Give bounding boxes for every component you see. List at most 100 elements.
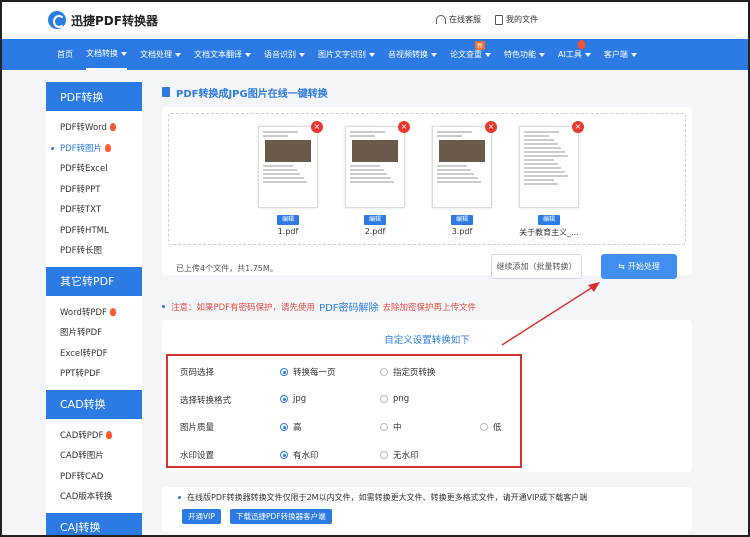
- nav-item-label: 文档转换: [86, 49, 118, 58]
- online-support-link[interactable]: 在线客服: [436, 14, 481, 25]
- sidebar-item[interactable]: PDF转长图: [60, 240, 142, 261]
- fire-icon: [109, 123, 116, 132]
- radio-icon: [380, 368, 388, 376]
- radio-option[interactable]: jpg: [280, 394, 306, 404]
- continue-add-button[interactable]: 继续添加（批量转换）: [491, 254, 582, 279]
- bullet-icon: [162, 305, 165, 308]
- sidebar-item-label: PDF转图片: [60, 143, 103, 154]
- radio-option[interactable]: 高: [280, 421, 302, 433]
- radio-option[interactable]: 转换每一页: [280, 366, 336, 378]
- radio-option-label: 有水印: [293, 451, 319, 461]
- sidebar-item[interactable]: PDF转图片: [51, 138, 142, 159]
- nav-item[interactable]: 图片文字识别: [318, 39, 375, 70]
- option-label: 页码选择: [180, 368, 215, 378]
- edit-file-button[interactable]: 编辑: [451, 215, 473, 225]
- nav-item[interactable]: 语音识别: [264, 39, 305, 70]
- open-vip-button[interactable]: 开通VIP: [182, 509, 221, 524]
- download-client-button[interactable]: 下载迅捷PDF转换器客户端: [230, 509, 332, 524]
- delete-file-button[interactable]: ×: [572, 121, 584, 133]
- sidebar-item[interactable]: CAD转PDF: [60, 425, 142, 446]
- upload-panel: × 编辑 1.pdf × 编辑 2.pdf × 编辑 3.pdf × 编辑 关于教育主义_... 已上…: [162, 107, 692, 279]
- sidebar-item[interactable]: CAD转图片: [60, 445, 142, 466]
- delete-file-button[interactable]: ×: [398, 121, 410, 133]
- sidebar-item-label: PPT转PDF: [60, 369, 101, 380]
- fire-icon: [105, 143, 112, 152]
- nav-item[interactable]: 首页: [57, 39, 73, 70]
- nav-item-label: 客户端: [603, 50, 628, 59]
- file-thumbnail: ×: [258, 121, 323, 208]
- edit-file-button[interactable]: 编辑: [364, 215, 386, 225]
- option-label: 图片质量: [180, 423, 215, 433]
- radio-option[interactable]: 无水印: [380, 449, 419, 461]
- nav-item[interactable]: 音视频转换: [388, 39, 437, 70]
- sidebar-item[interactable]: CAD版本转换: [60, 486, 142, 507]
- nav-item[interactable]: AI工具: [558, 39, 591, 70]
- radio-option-label: jpg: [293, 394, 307, 404]
- my-files-link[interactable]: 我的文件: [495, 14, 538, 25]
- app-frame: 迅捷PDF转换器 在线客服 我的文件 首页 文档转换 文档处理 文档文本翻译 语音识别图…: [0, 0, 750, 537]
- sidebar-item[interactable]: PPT转PDF: [60, 363, 142, 384]
- option-row: 水印设置 有水印 无水印: [180, 445, 520, 465]
- option-label: 选择转换格式: [180, 396, 232, 406]
- sidebar-item[interactable]: PDF转PPT: [60, 179, 142, 200]
- sidebar-item-label: PDF转TXT: [60, 205, 102, 216]
- file-thumbnail: ×: [345, 121, 410, 208]
- title-icon: [162, 87, 170, 97]
- chevron-down-icon: [299, 52, 305, 57]
- sidebar-group: CAJ转换: [46, 512, 142, 535]
- headset-icon: [436, 15, 446, 24]
- sidebar-item-label: CAD版本转换: [60, 492, 113, 503]
- file-card: × 编辑 关于教育主义_...: [519, 121, 584, 238]
- file-card: × 编辑 3.pdf: [432, 121, 497, 236]
- nav-item[interactable]: 文档转换: [86, 39, 127, 70]
- radio-option[interactable]: 中: [380, 421, 402, 433]
- sidebar-item[interactable]: PDF转CAD: [60, 466, 142, 487]
- nav-item-label: 特色功能: [504, 50, 536, 59]
- sidebar-item-label: PDF转长图: [60, 246, 103, 257]
- page-title: PDF转换成JPG图片在线一键转换: [162, 82, 692, 102]
- new-badge: 新: [474, 41, 485, 50]
- sidebar-group-title: CAJ转换: [46, 512, 142, 535]
- nav-item[interactable]: 特色功能: [504, 39, 545, 70]
- top-bar: 迅捷PDF转换器 在线客服 我的文件: [2, 2, 748, 39]
- upload-dropzone[interactable]: [168, 113, 686, 245]
- start-process-button[interactable]: ⇆ 开始处理: [601, 254, 677, 279]
- notice-prefix: 注意：如果PDF有密码保护，请先使用: [171, 302, 316, 313]
- file-name: 3.pdf: [451, 227, 473, 236]
- chevron-down-icon: [369, 52, 375, 57]
- radio-option[interactable]: 低: [480, 421, 502, 433]
- page-title-text: PDF转换成JPG图片在线一键转换: [176, 88, 328, 100]
- radio-option[interactable]: png: [380, 394, 409, 404]
- sidebar-item-label: PDF转PPT: [60, 184, 101, 195]
- logo[interactable]: 迅捷PDF转换器: [48, 11, 158, 29]
- sidebar-item-label: PDF转Word: [60, 123, 107, 134]
- nav-item[interactable]: 文档文本翻译: [194, 39, 251, 70]
- edit-file-button[interactable]: 编辑: [277, 215, 299, 225]
- my-files-label: 我的文件: [506, 15, 538, 24]
- delete-file-button[interactable]: ×: [485, 121, 497, 133]
- nav-item[interactable]: 论文查重新: [450, 39, 491, 70]
- delete-file-button[interactable]: ×: [311, 121, 323, 133]
- pdf-password-remove-link[interactable]: PDF密码解除: [319, 299, 378, 314]
- radio-option-label: 中: [393, 423, 402, 433]
- edit-file-button[interactable]: 编辑: [538, 215, 560, 225]
- radio-option[interactable]: 有水印: [280, 449, 319, 461]
- sidebar-item[interactable]: PDF转HTML: [60, 220, 142, 241]
- file-card: × 编辑 2.pdf: [345, 121, 410, 236]
- radio-option[interactable]: 指定页转换: [380, 366, 436, 378]
- sidebar-item[interactable]: Word转PDF: [60, 302, 142, 323]
- sidebar-group-title: 其它转PDF: [46, 266, 142, 296]
- sidebar-item[interactable]: Excel转PDF: [60, 343, 142, 364]
- sidebar-item[interactable]: PDF转Excel: [60, 158, 142, 179]
- sidebar-item[interactable]: PDF转Word: [60, 117, 142, 138]
- password-notice: 注意：如果PDF有密码保护，请先使用 PDF密码解除 去除加密保护再上传文件: [162, 299, 476, 314]
- sidebar-item[interactable]: 图片转PDF: [60, 322, 142, 343]
- nav-item[interactable]: 客户端: [604, 39, 637, 70]
- nav-item-label: 音视频转换: [388, 50, 428, 59]
- sidebar-item[interactable]: PDF转TXT: [60, 199, 142, 220]
- sidebar-item-label: Excel转PDF: [60, 348, 108, 359]
- option-row: 页码选择 转换每一页 指定页转换: [180, 362, 520, 382]
- nav-item[interactable]: 文档处理: [140, 39, 181, 70]
- option-row: 图片质量 高 中 低: [180, 417, 520, 437]
- file-thumbnail: ×: [519, 121, 584, 208]
